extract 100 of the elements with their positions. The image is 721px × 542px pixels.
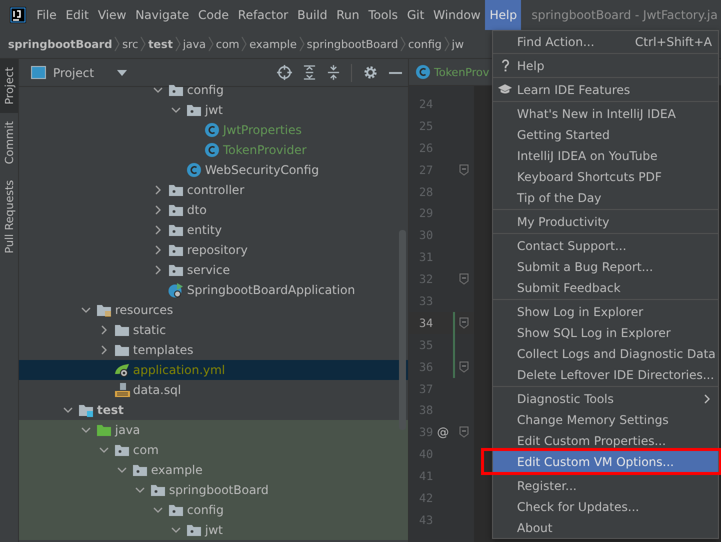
collapse-all-icon[interactable] xyxy=(327,65,340,80)
tree-row[interactable]: resources xyxy=(19,300,408,320)
fold-icon[interactable] xyxy=(459,426,469,438)
side-tab[interactable]: Commit xyxy=(0,112,18,172)
scrollbar[interactable] xyxy=(399,230,406,430)
breadcrumb-item[interactable]: src xyxy=(122,38,138,50)
menu-item[interactable]: Tip of the Day xyxy=(493,187,718,208)
breadcrumb-item[interactable]: example xyxy=(249,38,297,50)
menu-item[interactable]: Build xyxy=(292,0,332,30)
chevron-down-icon[interactable] xyxy=(135,485,145,495)
target-icon[interactable] xyxy=(277,65,292,80)
tree-row[interactable]: WebSecurityConfig xyxy=(19,160,408,180)
menu-item[interactable]: Learn IDE Features xyxy=(493,79,718,100)
menu-item[interactable]: Contact Support... xyxy=(493,235,718,256)
chevron-down-icon[interactable] xyxy=(117,465,127,475)
menu-item[interactable]: Diagnostic Tools xyxy=(493,388,718,409)
menu-item[interactable]: Window xyxy=(428,0,486,30)
tree-row[interactable]: config xyxy=(19,80,408,100)
caret-icon[interactable] xyxy=(117,70,128,76)
menu-item[interactable]: Edit xyxy=(61,0,94,30)
tree-row[interactable]: test xyxy=(19,400,408,420)
tree-row[interactable]: example xyxy=(19,460,408,480)
chevron-right-icon[interactable] xyxy=(153,185,163,195)
tree-row[interactable]: TokenProvider xyxy=(19,140,408,160)
fold-icon[interactable] xyxy=(459,273,469,286)
tree-row[interactable]: java xyxy=(19,420,408,440)
editor-tab[interactable]: TokenProv xyxy=(409,59,496,85)
fold-icon[interactable] xyxy=(459,164,469,176)
side-tab[interactable]: Pull Requests xyxy=(0,172,18,262)
settings-icon[interactable] xyxy=(363,65,378,80)
menu-item[interactable]: Code xyxy=(194,0,234,30)
breadcrumb-item[interactable]: springbootBoard xyxy=(8,38,112,50)
menu-item[interactable]: Git xyxy=(402,0,429,30)
chevron-down-icon[interactable] xyxy=(171,105,181,115)
tree-row[interactable]: controller xyxy=(19,180,408,200)
chevron-down-icon[interactable] xyxy=(81,305,91,315)
tree-row[interactable]: entity xyxy=(19,220,408,240)
chevron-down-icon[interactable] xyxy=(153,85,163,95)
menu-item[interactable]: Edit Custom Properties... xyxy=(493,430,718,451)
chevron-right-icon[interactable] xyxy=(99,325,109,335)
expand-all-icon[interactable] xyxy=(303,65,316,80)
menu-item[interactable]: IntelliJ IDEA on YouTube xyxy=(493,145,718,166)
tree-row[interactable]: SpringbootBoardApplication xyxy=(19,280,408,300)
breadcrumb-item[interactable]: config xyxy=(408,38,442,50)
menu-item[interactable]: What's New in IntelliJ IDEA xyxy=(493,103,718,124)
tree-row[interactable]: jwt xyxy=(19,100,408,120)
menu-item[interactable]: Submit Feedback xyxy=(493,277,718,298)
fold-icon[interactable] xyxy=(459,360,469,373)
tree-row[interactable]: application.yml xyxy=(19,360,408,380)
tree-row[interactable]: service xyxy=(19,260,408,280)
menu-item[interactable]: File xyxy=(32,0,62,30)
menu-item[interactable]: Help xyxy=(493,55,718,76)
menu-item[interactable]: Show SQL Log in Explorer xyxy=(493,322,718,343)
side-tab[interactable]: Project xyxy=(0,59,18,113)
menu-item[interactable]: My Productivity xyxy=(493,211,718,232)
chevron-down-icon[interactable] xyxy=(153,505,163,515)
chevron-right-icon[interactable] xyxy=(153,245,163,255)
menu-item[interactable]: Run xyxy=(332,0,364,30)
menu-item[interactable]: About xyxy=(493,517,718,538)
menu-item[interactable]: Collect Logs and Diagnostic Data xyxy=(493,343,718,364)
breadcrumb-item[interactable]: java xyxy=(182,38,206,50)
app-logo-icon[interactable] xyxy=(10,7,26,23)
tree-row[interactable]: com xyxy=(19,440,408,460)
panel-title[interactable]: Project xyxy=(53,66,94,80)
tree-row[interactable]: jwt xyxy=(19,520,408,540)
minimize-icon[interactable] xyxy=(389,70,402,74)
chevron-down-icon[interactable] xyxy=(63,405,73,415)
menu-item[interactable]: Getting Started xyxy=(493,124,718,145)
breadcrumb-item[interactable]: com xyxy=(216,38,240,50)
menu-item[interactable]: Refactor xyxy=(233,0,293,30)
breadcrumb-item[interactable]: springbootBoard xyxy=(306,38,398,50)
chevron-right-icon[interactable] xyxy=(153,225,163,235)
menu-item[interactable]: Check for Updates... xyxy=(493,496,718,517)
chevron-down-icon[interactable] xyxy=(81,425,91,435)
chevron-down-icon[interactable] xyxy=(171,525,181,535)
fold-icon[interactable] xyxy=(459,316,469,329)
menu-item[interactable]: Tools xyxy=(364,0,402,30)
chevron-right-icon[interactable] xyxy=(153,205,163,215)
menu-item[interactable]: Find Action... Ctrl+Shift+A xyxy=(493,31,718,52)
menu-item[interactable]: Help xyxy=(485,0,522,30)
tree-row[interactable]: config xyxy=(19,500,408,520)
menu-item[interactable]: Show Log in Explorer xyxy=(493,301,718,322)
breadcrumb-item[interactable]: test xyxy=(148,38,173,50)
tree-row[interactable]: springbootBoard xyxy=(19,480,408,500)
chevron-down-icon[interactable] xyxy=(99,445,109,455)
menu-item[interactable]: Delete Leftover IDE Directories... xyxy=(493,364,718,385)
menu-item[interactable]: Change Memory Settings xyxy=(493,409,718,430)
menu-item[interactable]: Edit Custom VM Options... xyxy=(493,451,718,472)
tree-row[interactable]: JwtProperties xyxy=(19,120,408,140)
tree-row[interactable]: data.sql xyxy=(19,380,408,400)
menu-item[interactable]: View xyxy=(93,0,131,30)
tree-row[interactable]: repository xyxy=(19,240,408,260)
menu-item[interactable]: Keyboard Shortcuts PDF xyxy=(493,166,718,187)
tree-row[interactable]: templates xyxy=(19,340,408,360)
tree-row[interactable]: dto xyxy=(19,200,408,220)
menu-item[interactable]: Navigate xyxy=(130,0,194,30)
chevron-right-icon[interactable] xyxy=(153,265,163,275)
menu-item[interactable]: Register... xyxy=(493,475,718,496)
chevron-right-icon[interactable] xyxy=(99,345,109,355)
tree-row[interactable]: static xyxy=(19,320,408,340)
